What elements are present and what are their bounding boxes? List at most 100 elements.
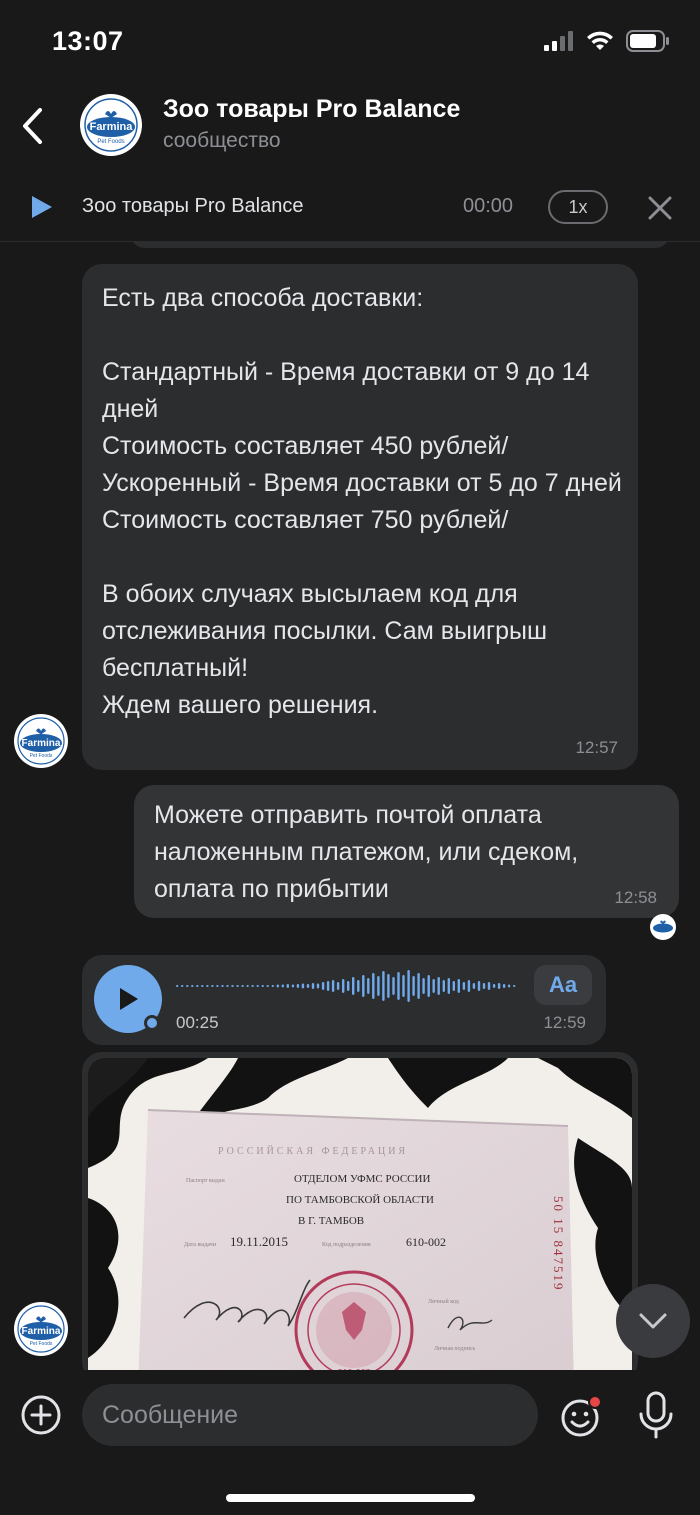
avatar-brand-text: Farmina <box>90 121 134 133</box>
voice-message[interactable]: 00:25 Aa 12:59 <box>82 955 606 1045</box>
waveform-bar <box>226 985 229 987</box>
play-icon[interactable] <box>30 194 54 220</box>
svg-text:Личный код: Личный код <box>428 1298 459 1305</box>
waveform-bar <box>412 976 415 996</box>
scroll-to-bottom-button[interactable] <box>616 1284 690 1358</box>
waveform-bar <box>513 985 516 987</box>
waveform-bar <box>392 977 395 995</box>
waveform-bar <box>487 982 491 990</box>
waveform-bar <box>507 984 511 988</box>
waveform-bar <box>417 973 420 999</box>
waveform-bar <box>326 981 330 991</box>
message-input[interactable]: Сообщение <box>82 1384 538 1446</box>
outgoing-message[interactable]: Можете отправить почтой оплата наложенны… <box>134 785 679 918</box>
waveform-bar <box>397 972 400 1000</box>
svg-text:Дата выдачи: Дата выдачи <box>184 1242 217 1248</box>
voice-duration: 00:25 <box>176 1013 219 1032</box>
waveform-bar <box>382 971 385 1001</box>
plus-icon[interactable] <box>20 1394 62 1436</box>
voice-waveform[interactable] <box>176 969 518 1003</box>
avatar-sub-text: Pet Foods <box>97 139 124 145</box>
waveform-bar <box>266 985 269 987</box>
message-time: 12:57 <box>575 738 618 757</box>
waveform-bar <box>296 984 300 988</box>
waveform-bar <box>477 981 481 991</box>
waveform-bar <box>352 977 355 995</box>
photo-message[interactable]: РОССИЙСКАЯ ФЕДЕРАЦИЯ Паспорт выдан ОТДЕЛ… <box>82 1052 638 1370</box>
incoming-message[interactable]: Есть два способа доставки: Стандартный -… <box>82 264 638 770</box>
issue-date: 19.11.2015 <box>230 1234 288 1249</box>
play-icon <box>120 988 138 1010</box>
wifi-icon <box>587 31 613 50</box>
chat-subtitle: сообщество <box>163 129 281 152</box>
status-bar: 13:07 <box>0 0 700 88</box>
waveform-bar <box>216 985 219 987</box>
issuer-line-1: ОТДЕЛОМ УФМС РОССИИ <box>294 1173 430 1185</box>
waveform-bar <box>256 985 259 987</box>
status-icons <box>544 30 670 52</box>
waveform-bar <box>432 979 435 993</box>
waveform-bar <box>316 983 320 989</box>
audio-player-bar[interactable]: Зоо товары Pro Balance 00:00 1x <box>0 180 700 242</box>
svg-text:Паспорт выдан: Паспорт выдан <box>186 1178 225 1184</box>
chevron-down-icon <box>639 1313 667 1329</box>
waveform-bar <box>191 985 194 987</box>
avatar-brand-text: Farmina <box>22 738 61 749</box>
waveform-bar <box>362 975 365 997</box>
avatar-brand-text: Farmina <box>22 1326 61 1337</box>
passport-series: 50 15 847519 <box>551 1196 566 1292</box>
waveform-bar <box>181 985 184 987</box>
status-time: 13:07 <box>52 26 124 56</box>
waveform-bar <box>357 980 360 992</box>
message-time: 12:58 <box>614 888 657 907</box>
waveform-bar <box>447 978 450 994</box>
waveform-bar <box>221 985 224 987</box>
message-time: 12:59 <box>543 1013 586 1032</box>
waveform-bar <box>206 985 209 987</box>
waveform-bar <box>176 985 179 987</box>
sender-avatar[interactable]: Farmina Pet Foods <box>14 1302 68 1356</box>
waveform-bar <box>347 981 350 991</box>
waveform-bar <box>427 975 430 997</box>
close-icon[interactable] <box>646 194 674 222</box>
previous-message-bubble <box>130 242 670 248</box>
chat-header: Farmina Pet Foods Зоо товары Pro Balance… <box>0 88 700 180</box>
read-receipt-avatar <box>650 914 676 940</box>
waveform-bar <box>482 983 486 989</box>
avatar-sub-text: Pet Foods <box>30 753 53 759</box>
waveform-bar <box>286 984 289 988</box>
unplayed-indicator <box>144 1015 160 1031</box>
sender-avatar[interactable]: Farmina Pet Foods <box>14 714 68 768</box>
waveform-bar <box>422 978 425 994</box>
waveform-bar <box>321 982 325 990</box>
waveform-bar <box>442 980 445 992</box>
waveform-bar <box>437 977 440 995</box>
waveform-bar <box>452 981 455 991</box>
battery-icon <box>626 30 669 52</box>
message-text: Есть два способа доставки: Стандартный -… <box>102 284 622 719</box>
waveform-bar <box>251 985 254 987</box>
waveform-bar <box>331 980 335 992</box>
waveform-bar <box>387 974 390 998</box>
chat-title[interactable]: Зоо товары Pro Balance <box>163 95 460 124</box>
waveform-bar <box>502 984 506 988</box>
microphone-icon[interactable] <box>636 1390 676 1440</box>
emoji-icon[interactable] <box>560 1394 604 1438</box>
signal-icon <box>544 31 573 51</box>
home-indicator <box>226 1494 475 1502</box>
photo-image[interactable]: РОССИЙСКАЯ ФЕДЕРАЦИЯ Паспорт выдан ОТДЕЛ… <box>88 1058 632 1370</box>
community-avatar[interactable]: Farmina Pet Foods <box>80 94 142 156</box>
waveform-bar <box>261 985 264 987</box>
playback-speed-button[interactable]: 1x <box>548 190 608 224</box>
message-list[interactable]: Есть два способа доставки: Стандартный -… <box>0 242 700 1370</box>
waveform-bar <box>462 982 466 990</box>
waveform-bar <box>402 975 405 997</box>
avatar-sub-text: Pet Foods <box>30 1341 53 1347</box>
waveform-bar <box>186 985 189 987</box>
waveform-bar <box>231 985 234 987</box>
transcribe-button[interactable]: Aa <box>534 965 592 1005</box>
department-code: 610-002 <box>406 1235 446 1249</box>
waveform-bar <box>372 973 375 999</box>
waveform-bar <box>311 983 315 989</box>
back-button[interactable] <box>14 102 50 150</box>
